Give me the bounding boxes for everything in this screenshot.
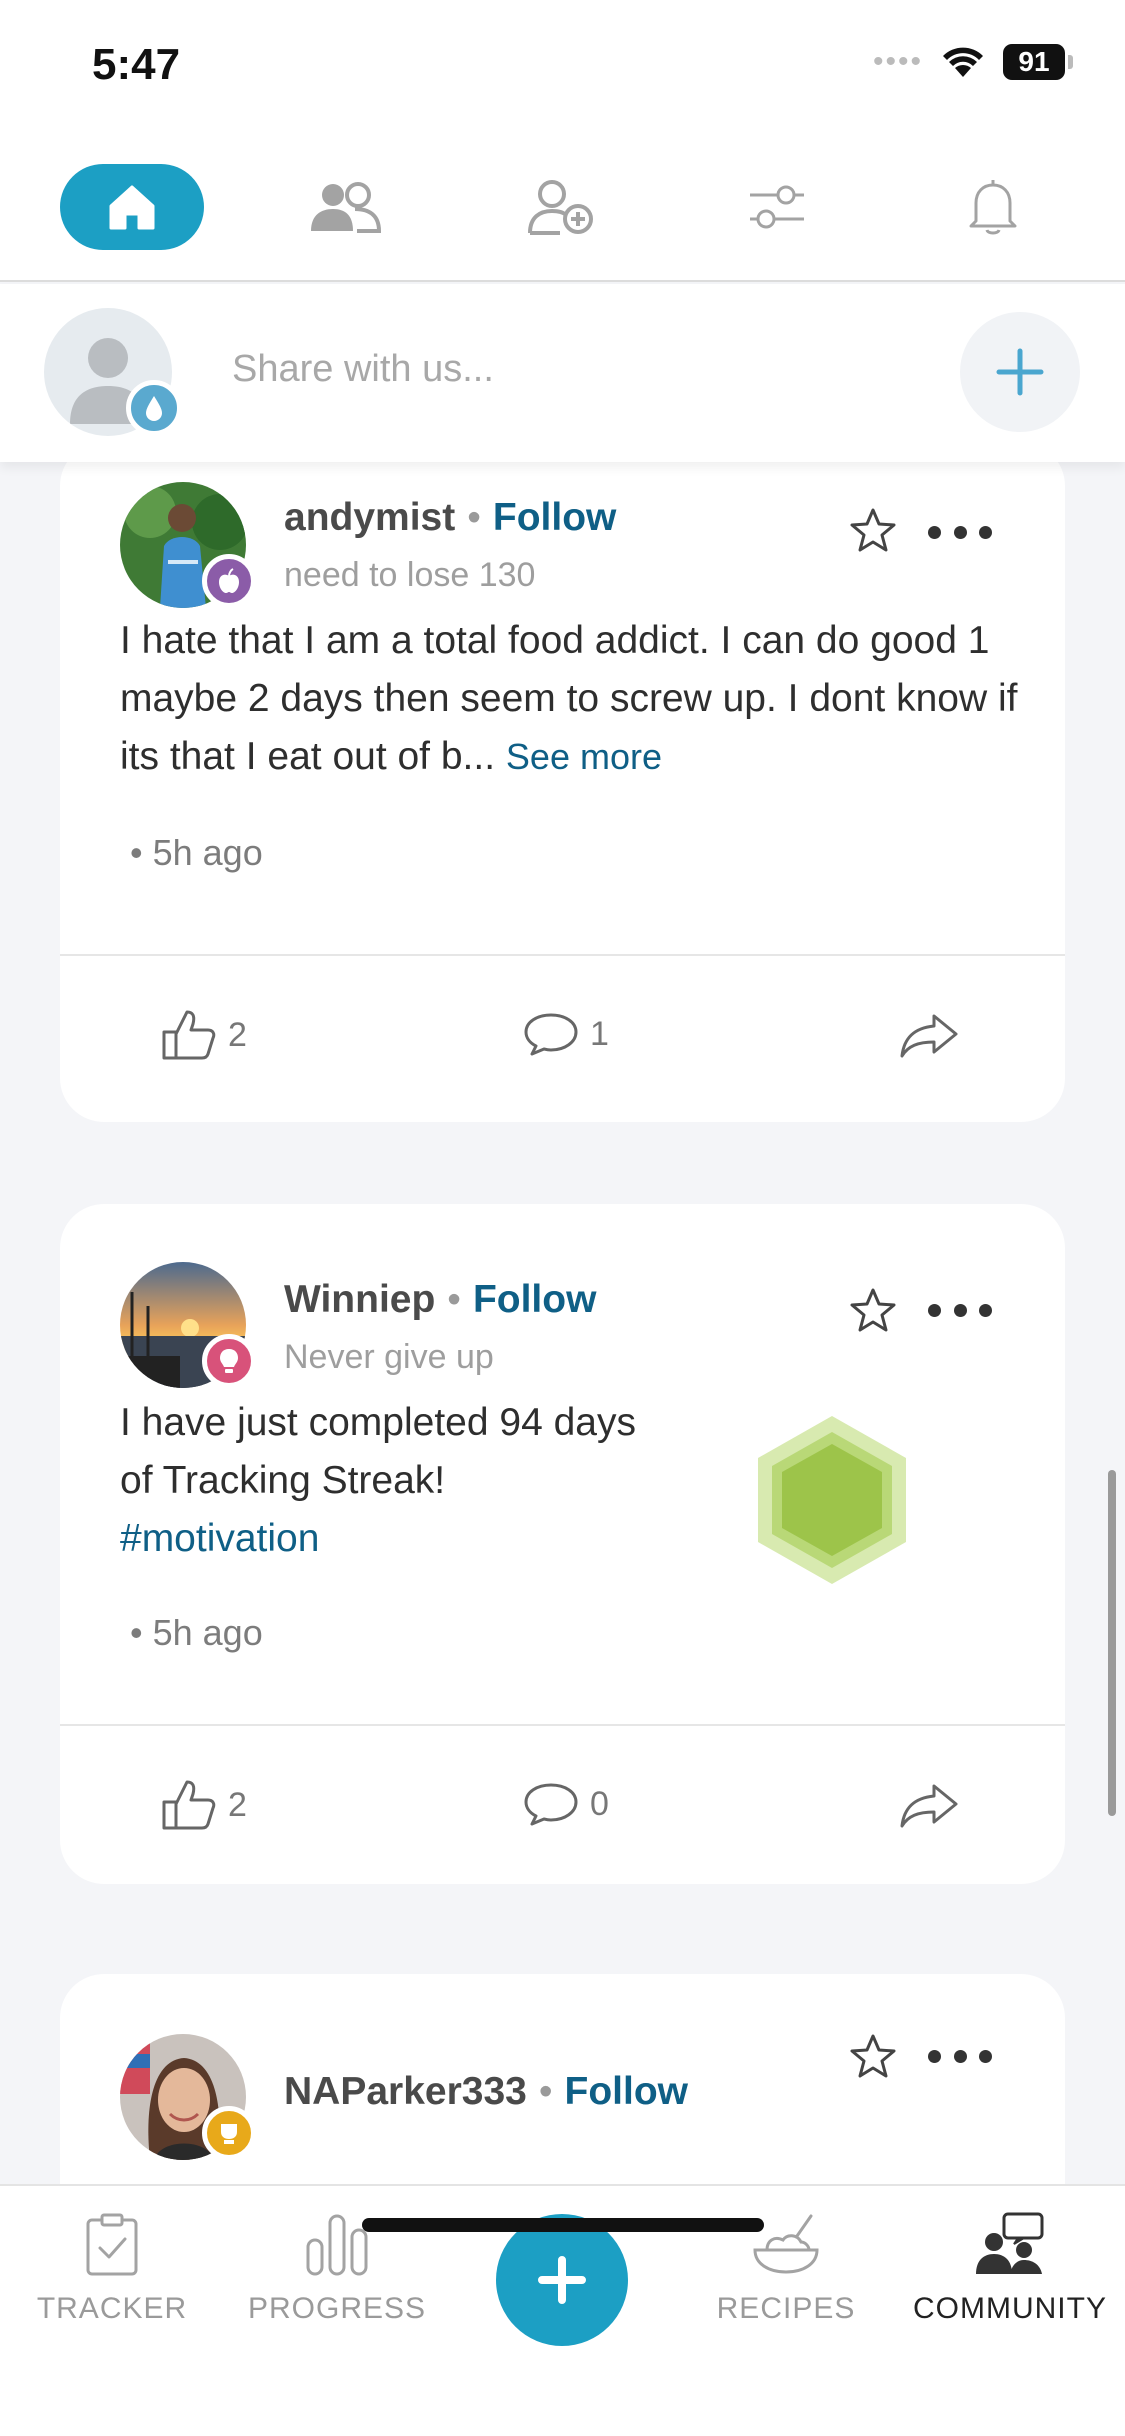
like-count: 2 — [228, 1785, 247, 1824]
follow-button[interactable]: Follow — [493, 496, 616, 539]
post-card: andymist • Follow need to lose 130 I hate … — [60, 462, 1065, 1122]
separator-dot: • — [538, 2070, 553, 2113]
comment-icon — [524, 1013, 578, 1056]
more-options-icon[interactable] — [928, 1290, 992, 1330]
share-post-button[interactable] — [898, 1782, 960, 1828]
apple-icon — [219, 568, 239, 593]
quick-add-button[interactable] — [496, 2214, 628, 2346]
battery-tip — [1068, 55, 1073, 69]
status-bar: 5:47 •••• 91 — [0, 0, 1125, 140]
separator-dot: • — [467, 496, 481, 539]
follow-button[interactable]: Follow — [473, 1278, 596, 1321]
bell-icon — [969, 180, 1017, 235]
wifi-icon — [943, 47, 983, 77]
home-icon — [109, 185, 155, 230]
post-user-motto: Never give up — [284, 1338, 494, 1376]
post-divider — [60, 954, 1065, 956]
more-options-icon[interactable] — [928, 2036, 992, 2076]
post-username[interactable]: Winniep — [284, 1278, 435, 1321]
post-time: 5h ago — [152, 1612, 263, 1653]
nav-notifications-button[interactable] — [948, 164, 1038, 250]
share-arrow-icon — [900, 1014, 958, 1058]
tab-tracker[interactable]: TRACKER — [2, 2212, 222, 2342]
community-icon — [976, 2212, 1044, 2274]
tab-label: PROGRESS — [247, 2292, 427, 2325]
comment-icon — [524, 1783, 578, 1826]
apple-badge — [202, 554, 256, 608]
status-indicators: •••• 91 — [873, 44, 1073, 80]
post-user-goal: need to lose 130 — [284, 556, 536, 594]
post-header: andymist • Follow — [284, 496, 616, 540]
nav-add-friend-button[interactable] — [516, 164, 606, 250]
add-friend-icon — [528, 180, 593, 235]
more-options-icon[interactable] — [928, 512, 992, 552]
follow-button[interactable]: Follow — [565, 2070, 688, 2113]
friends-icon — [311, 182, 382, 233]
battery-indicator: 91 — [1003, 44, 1073, 80]
share-arrow-icon — [900, 1784, 958, 1828]
trophy-icon — [221, 2124, 237, 2144]
status-time: 5:47 — [92, 40, 181, 89]
lightbulb-icon — [220, 1349, 238, 1373]
nav-filters-button[interactable] — [732, 164, 822, 250]
comment-button[interactable]: 0 — [522, 1780, 609, 1828]
like-button[interactable]: 2 — [160, 1778, 247, 1832]
community-feed[interactable]: andymist • Follow need to lose 130 I hate … — [0, 462, 1125, 2184]
comment-count: 1 — [590, 1014, 609, 1053]
share-post-button[interactable] — [898, 1012, 960, 1058]
post-body: I hate that I am a total food addict. I … — [120, 612, 1020, 786]
post-timestamp: • 5h ago — [130, 1612, 263, 1653]
thumbs-up-icon — [162, 1010, 216, 1060]
sliders-icon — [750, 185, 804, 229]
star-icon[interactable] — [848, 2032, 898, 2082]
streak-achievement-badge — [758, 1416, 906, 1584]
post-divider — [60, 1724, 1065, 1726]
cellular-signal-icon: •••• — [872, 45, 923, 78]
star-icon[interactable] — [848, 506, 898, 556]
separator-dot: • — [447, 1278, 461, 1321]
hashtag-link[interactable]: #motivation — [120, 1510, 640, 1568]
see-more-link[interactable]: See more — [506, 736, 662, 777]
tab-label: TRACKER — [36, 2292, 188, 2325]
plus-icon — [538, 2256, 586, 2304]
thumbs-up-icon — [162, 1780, 216, 1830]
post-header: NAParker333 • Follow — [284, 2070, 688, 2114]
plus-icon — [996, 348, 1044, 396]
post-header: Winniep • Follow — [284, 1278, 596, 1322]
post-body: I have just completed 94 days of Trackin… — [120, 1394, 640, 1568]
tab-community[interactable]: COMMUNITY — [900, 2212, 1120, 2342]
community-top-nav — [0, 140, 1125, 282]
water-drop-badge — [126, 380, 182, 436]
like-button[interactable]: 2 — [160, 1008, 247, 1062]
tab-label: RECIPES — [716, 2292, 856, 2325]
comment-button[interactable]: 1 — [522, 1010, 609, 1058]
post-username[interactable]: NAParker333 — [284, 2070, 527, 2113]
trophy-badge — [202, 2106, 256, 2160]
tab-label: COMMUNITY — [913, 2292, 1107, 2325]
feed-scrollbar[interactable] — [1108, 1470, 1116, 1816]
post-text: I have just completed 94 days of Trackin… — [120, 1401, 636, 1502]
share-composer: Share with us... — [0, 284, 1125, 462]
post-card: Winniep • Follow Never give up I have just… — [60, 1204, 1065, 1884]
post-timestamp: • 5h ago — [130, 832, 263, 873]
post-username[interactable]: andymist — [284, 496, 455, 539]
nav-friends-button[interactable] — [300, 164, 390, 250]
post-card: NAParker333 • Follow — [60, 1974, 1065, 2184]
post-time: 5h ago — [152, 832, 263, 873]
star-icon[interactable] — [848, 1286, 898, 1336]
comment-count: 0 — [590, 1784, 609, 1823]
battery-level: 91 — [1003, 44, 1065, 80]
lightbulb-badge — [202, 1334, 256, 1388]
clipboard-check-icon — [86, 2213, 138, 2276]
nav-home-button[interactable] — [60, 164, 204, 250]
water-drop-icon — [146, 396, 162, 421]
home-indicator — [362, 2218, 764, 2232]
share-add-button[interactable] — [960, 312, 1080, 432]
like-count: 2 — [228, 1015, 247, 1054]
share-input[interactable]: Share with us... — [232, 348, 494, 391]
